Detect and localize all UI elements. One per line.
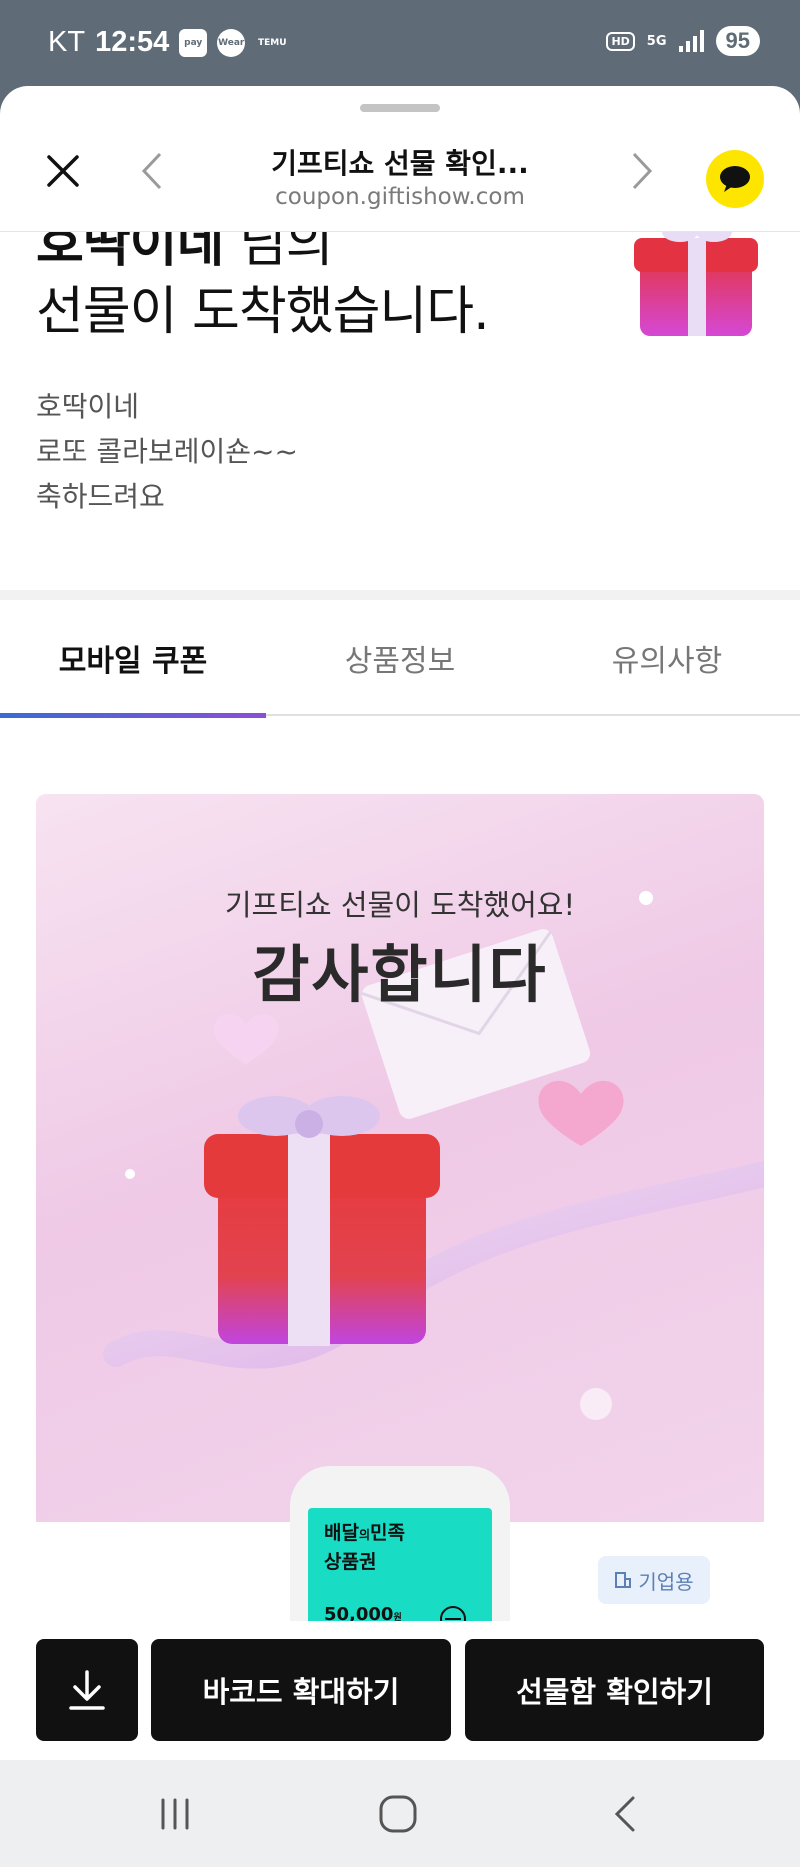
status-right: HD 5G 95	[606, 26, 760, 56]
recent-apps-icon	[161, 1798, 189, 1830]
browser-toolbar: 기프티쇼 선물 확인... coupon.giftishow.com	[0, 122, 800, 232]
clock: 12:54	[95, 26, 170, 58]
temu-app-icon: TEMU	[257, 37, 287, 48]
coupon-card: 기프티쇼 선물이 도착했어요! 감사합니다 배달의민족 상품권 50,000원 …	[36, 794, 764, 1621]
voucher-thumbnail[interactable]: 배달의민족 상품권 50,000원	[308, 1508, 492, 1621]
tab-label: 모바일 쿠폰	[58, 644, 208, 679]
status-left: KT 12:54 pay Wear TEMU	[48, 26, 289, 59]
voucher-type: 상품권	[324, 1551, 377, 1573]
voucher-brand-part: 민족	[370, 1522, 405, 1544]
action-bar: 바코드 확대하기 선물함 확인하기	[0, 1621, 800, 1760]
headline-line2: 선물이 도착했습니다.	[36, 282, 490, 342]
recent-apps-button[interactable]	[145, 1786, 205, 1842]
back-button[interactable]	[130, 146, 174, 196]
active-tab-indicator	[0, 713, 266, 718]
message-line: 축하드려요	[36, 480, 165, 513]
voucher-brand-part: 배달	[324, 1522, 359, 1544]
coupon-artwork: 기프티쇼 선물이 도착했어요! 감사합니다	[36, 794, 764, 1522]
kakao-chat-button[interactable]	[706, 150, 764, 208]
tab-bar: 모바일 쿠폰 상품정보 유의사항	[0, 600, 800, 718]
voucher-amount: 50,000원	[324, 1604, 402, 1621]
tab-notice[interactable]: 유의사항	[534, 600, 800, 716]
tab-product-info[interactable]: 상품정보	[267, 600, 533, 716]
download-button[interactable]	[36, 1639, 138, 1741]
battery-indicator: 95	[715, 26, 760, 56]
download-icon	[69, 1670, 105, 1710]
building-icon	[615, 1572, 632, 1588]
kakao-chat-icon	[720, 166, 750, 192]
page-content: 호딱이네 님의 선물이 도착했습니다. 호딱이네 로또 콜라보레이숀~~ 축하드…	[0, 232, 800, 1621]
sender-name: 호딱이네	[36, 232, 224, 274]
close-button[interactable]	[38, 146, 88, 196]
wear-app-icon: Wear	[217, 28, 246, 57]
network-type-icon: 5G	[646, 33, 667, 49]
coupon-title: 감사합니다	[252, 938, 548, 1011]
tab-label: 유의사항	[611, 644, 723, 679]
page-title: 기프티쇼 선물 확인...	[271, 147, 529, 180]
home-button[interactable]	[368, 1786, 428, 1842]
voucher-amount-value: 50,000	[324, 1604, 394, 1621]
view-giftbox-button[interactable]: 선물함 확인하기	[465, 1639, 764, 1741]
system-navigation-bar	[0, 1760, 800, 1867]
gift-message: 호딱이네 로또 콜라보레이숀~~ 축하드려요	[36, 384, 298, 519]
voucher-brand: 배달의민족 상품권	[324, 1520, 476, 1576]
gift-headline: 호딱이네 님의 선물이 도착했습니다.	[36, 232, 490, 346]
signal-icon	[678, 30, 704, 52]
enlarge-barcode-button[interactable]: 바코드 확대하기	[151, 1639, 451, 1741]
coin-icon	[440, 1606, 466, 1621]
carrier-label: KT	[48, 26, 86, 58]
chevron-right-icon	[632, 152, 653, 190]
forward-button[interactable]	[620, 146, 664, 196]
sender-suffix: 님의	[223, 232, 334, 274]
section-divider	[0, 590, 800, 600]
tab-label: 상품정보	[344, 644, 456, 679]
home-icon	[379, 1795, 417, 1833]
pay-app-icon: pay	[179, 28, 208, 57]
corporate-badge-label: 기업용	[638, 1569, 694, 1594]
message-line: 호딱이네	[36, 390, 140, 423]
tab-mobile-coupon[interactable]: 모바일 쿠폰	[0, 600, 266, 718]
gift-box-icon	[634, 232, 758, 336]
voucher-amount-unit: 원	[393, 1613, 402, 1621]
back-icon	[614, 1796, 635, 1832]
corporate-badge: 기업용	[598, 1556, 710, 1604]
browser-sheet: 기프티쇼 선물 확인... coupon.giftishow.com 호딱이네 …	[0, 86, 800, 1760]
message-line: 로또 콜라보레이숀~~	[36, 435, 298, 468]
sheet-grabber[interactable]	[360, 104, 440, 112]
status-bar: KT 12:54 pay Wear TEMU HD 5G 95	[0, 0, 800, 86]
page-url: coupon.giftishow.com	[275, 184, 525, 210]
chevron-left-icon	[141, 152, 162, 190]
coupon-subtitle: 기프티쇼 선물이 도착했어요!	[224, 888, 576, 922]
voucher-brand-particle: 의	[358, 1528, 371, 1542]
system-back-button[interactable]	[594, 1786, 654, 1842]
close-icon	[47, 155, 79, 187]
hd-voice-icon: HD	[606, 31, 635, 51]
